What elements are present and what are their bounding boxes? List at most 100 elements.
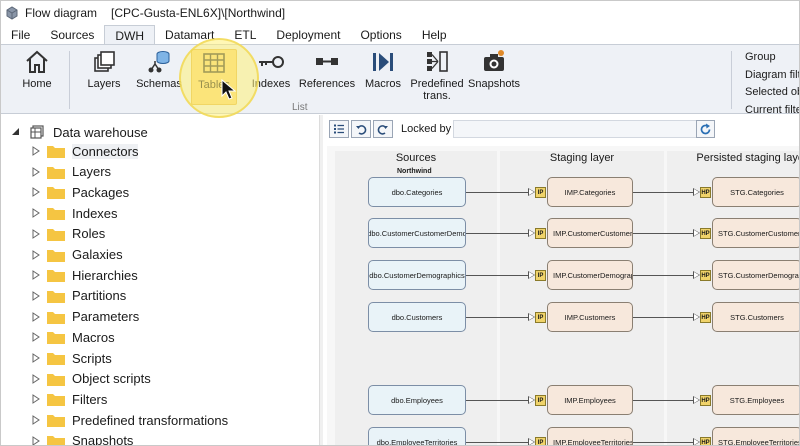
- tree-item-label: Hierarchies: [72, 267, 138, 283]
- tree-item-label: Connectors: [72, 143, 139, 159]
- tree-item[interactable]: Galaxies: [32, 245, 123, 265]
- home-button[interactable]: Home: [17, 49, 57, 105]
- tree-item[interactable]: Snapshots: [32, 431, 133, 446]
- tree-item[interactable]: Object scripts: [32, 369, 151, 389]
- expand-arrow-icon[interactable]: [32, 228, 40, 239]
- tab-options[interactable]: Options: [350, 25, 411, 45]
- persisted-table-node[interactable]: STG.Customers: [712, 302, 799, 332]
- tree-item[interactable]: Layers: [32, 162, 111, 182]
- folder-icon: [47, 415, 65, 428]
- staging-table-node[interactable]: IMP.CustomerDemographics: [547, 260, 633, 290]
- flow-arrow-icon: [528, 271, 535, 279]
- folder-icon: [47, 332, 65, 345]
- group-option[interactable]: Group: [745, 49, 799, 67]
- expand-arrow-icon[interactable]: [32, 270, 40, 281]
- diagram-filter-option[interactable]: Diagram filte: [745, 67, 799, 85]
- tab-etl[interactable]: ETL: [224, 25, 266, 45]
- expand-arrow-icon[interactable]: [32, 249, 40, 260]
- references-icon: [316, 58, 338, 65]
- staging-table-node[interactable]: IMP.EmployeeTerritories: [547, 427, 633, 446]
- refresh-button[interactable]: [696, 120, 715, 138]
- predefined-label-line-2: trans.: [423, 90, 451, 102]
- staging-table-node[interactable]: IMP.CustomerCustomerDemo: [547, 218, 633, 248]
- staging-table-label: IMP.CustomerCustomerDemo: [553, 228, 633, 238]
- list-view-button[interactable]: [329, 120, 349, 138]
- staging-table-label: IMP.EmployeeTerritories: [553, 437, 633, 446]
- staging-badge: IP: [535, 312, 546, 323]
- tree-item[interactable]: Roles: [32, 224, 105, 244]
- menu-bar: File Sources DWH Datamart ETL Deployment…: [1, 25, 799, 45]
- flow-arrow-icon: [693, 229, 700, 237]
- expand-arrow-icon[interactable]: [32, 373, 40, 384]
- persisted-table-node[interactable]: STG.Employees: [712, 385, 799, 415]
- tree-root-data-warehouse[interactable]: Data warehouse: [11, 123, 148, 141]
- selected-objects-option[interactable]: Selected obje: [745, 84, 799, 102]
- source-table-node[interactable]: dbo.Customers: [368, 302, 466, 332]
- predefined-transformations-button[interactable]: Predefined trans.: [410, 49, 464, 105]
- tables-button[interactable]: Tables: [191, 49, 237, 105]
- expand-arrow-icon[interactable]: [32, 435, 40, 446]
- references-button[interactable]: References: [299, 49, 355, 105]
- indexes-button[interactable]: Indexes: [251, 49, 291, 105]
- undo-button[interactable]: [351, 120, 371, 138]
- expand-arrow-icon[interactable]: [32, 415, 40, 426]
- tab-deployment[interactable]: Deployment: [266, 25, 350, 45]
- persisted-table-node[interactable]: STG.EmployeeTerritories: [712, 427, 799, 445]
- tree-item[interactable]: Packages: [32, 182, 129, 202]
- expand-arrow-icon[interactable]: [32, 187, 40, 198]
- tree-item-label: Scripts: [72, 350, 112, 366]
- snapshots-button[interactable]: Snapshots: [468, 49, 520, 105]
- staging-table-node[interactable]: IMP.Customers: [547, 302, 633, 332]
- persisted-badge: HP: [700, 228, 711, 239]
- expand-arrow-icon[interactable]: [32, 394, 40, 405]
- redo-button[interactable]: [373, 120, 393, 138]
- tree-item[interactable]: Scripts: [32, 348, 112, 368]
- flow-connector: [466, 233, 533, 234]
- tree-item[interactable]: Predefined transformations: [32, 410, 228, 430]
- staging-table-node[interactable]: IMP.Employees: [547, 385, 633, 415]
- expand-arrow-icon[interactable]: [32, 353, 40, 363]
- ribbon-right-options: Group Diagram filte Selected obje Curren…: [745, 49, 799, 119]
- layers-button[interactable]: Layers: [83, 49, 125, 105]
- expand-arrow-icon[interactable]: [32, 146, 40, 156]
- expand-arrow-icon[interactable]: [32, 290, 40, 301]
- source-table-node[interactable]: dbo.EmployeeTerritories: [368, 427, 466, 445]
- layers-label: Layers: [87, 78, 121, 90]
- staging-badge: IP: [535, 395, 546, 406]
- source-table-node[interactable]: dbo.CustomerDemographics: [368, 260, 466, 290]
- source-table-node[interactable]: dbo.Categories: [368, 177, 466, 207]
- tree-item[interactable]: Hierarchies: [32, 265, 138, 285]
- tree-item[interactable]: Filters: [32, 389, 107, 409]
- expand-arrow-icon[interactable]: [32, 166, 40, 177]
- flow-canvas[interactable]: Sources Staging layer Persisted staging …: [327, 146, 799, 446]
- schemas-button[interactable]: Schemas: [135, 49, 183, 105]
- flow-connector: [466, 317, 533, 318]
- tree-item[interactable]: Connectors: [32, 141, 139, 161]
- tab-datamart[interactable]: Datamart: [155, 25, 224, 45]
- diagram-toolbar: Locked by: [323, 115, 799, 145]
- tab-file[interactable]: File: [1, 25, 40, 45]
- tree-item[interactable]: Partitions: [32, 286, 126, 306]
- tree-item[interactable]: Indexes: [32, 203, 118, 223]
- staging-badge: IP: [535, 228, 546, 239]
- folder-icon: [47, 166, 65, 179]
- expand-arrow-icon[interactable]: [32, 208, 40, 219]
- collapse-arrow-icon[interactable]: [11, 127, 21, 137]
- tab-dwh[interactable]: DWH: [104, 25, 156, 45]
- macros-button[interactable]: Macros: [363, 49, 403, 105]
- folder-icon: [47, 146, 65, 158]
- expand-arrow-icon[interactable]: [32, 332, 40, 343]
- source-table-node[interactable]: dbo.Employees: [368, 385, 466, 415]
- staging-table-node[interactable]: IMP.Categories: [547, 177, 633, 207]
- persisted-table-label: STG.Customers: [730, 312, 784, 322]
- tree-item[interactable]: Parameters: [32, 307, 139, 327]
- source-table-node[interactable]: dbo.CustomerCustomerDemo: [368, 218, 466, 248]
- persisted-table-node[interactable]: STG.CustomerDemographics: [712, 260, 799, 290]
- tab-help[interactable]: Help: [412, 25, 457, 45]
- tab-sources[interactable]: Sources: [40, 25, 104, 45]
- persisted-table-node[interactable]: STG.Categories: [712, 177, 799, 207]
- tree-item[interactable]: Macros: [32, 327, 115, 347]
- persisted-table-node[interactable]: STG.CustomerCustomerDemo: [712, 218, 799, 248]
- expand-arrow-icon[interactable]: [32, 311, 40, 322]
- flow-connector: [466, 442, 533, 443]
